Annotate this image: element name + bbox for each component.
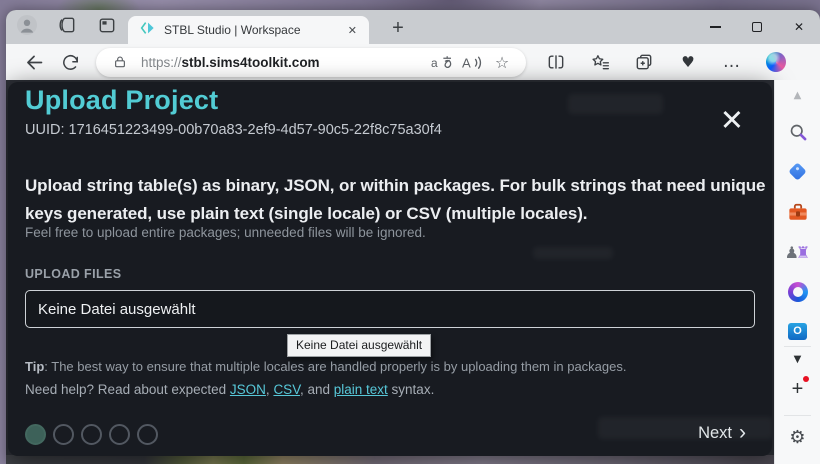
page-background-photo bbox=[6, 455, 774, 464]
minimize-icon bbox=[710, 26, 721, 28]
upload-project-dialog: Upload Project UUID: 1716451223499-00b70… bbox=[8, 82, 772, 456]
tab-title: STBL Studio | Workspace bbox=[164, 23, 344, 37]
workspaces-button[interactable] bbox=[52, 14, 82, 40]
microsoft-365-icon bbox=[788, 282, 808, 302]
upload-files-label: UPLOAD FILES bbox=[25, 267, 121, 281]
new-tab-button[interactable]: + bbox=[384, 14, 412, 42]
plus-icon: + bbox=[792, 378, 804, 401]
sidebar-outlook-button[interactable]: O bbox=[783, 316, 813, 346]
profile-button[interactable] bbox=[12, 14, 42, 40]
file-input-tooltip: Keine Datei ausgewählt bbox=[287, 334, 431, 357]
help-text: Need help? Read about expected JSON, CSV… bbox=[25, 382, 434, 397]
address-bar[interactable]: https://stbl.sims4toolkit.com a A ☆ bbox=[96, 48, 526, 77]
chevron-right-icon: › bbox=[739, 422, 746, 443]
toolbox-icon bbox=[787, 202, 809, 222]
copilot-icon bbox=[766, 52, 786, 72]
tab-actions-button[interactable] bbox=[92, 14, 122, 40]
edge-sidebar: ▲ ♟♜ O ▼ + ⚙ bbox=[774, 80, 820, 464]
favorite-star-button[interactable]: ☆ bbox=[490, 50, 514, 74]
dialog-title: Upload Project bbox=[25, 85, 218, 116]
sidebar-shopping-button[interactable] bbox=[783, 156, 813, 186]
url-text: https://stbl.sims4toolkit.com bbox=[141, 55, 424, 70]
pagination-dots bbox=[25, 424, 158, 445]
page-content: Upload Project UUID: 1716451223499-00b70… bbox=[6, 80, 820, 464]
pagination-dot[interactable] bbox=[137, 424, 158, 445]
maximize-icon bbox=[752, 22, 762, 32]
lock-icon[interactable] bbox=[108, 50, 132, 74]
split-screen-icon bbox=[546, 52, 566, 72]
browser-toolbar: https://stbl.sims4toolkit.com a A ☆ ♥ bbox=[6, 44, 820, 80]
back-arrow-icon bbox=[24, 52, 45, 73]
svg-text:a: a bbox=[431, 56, 438, 70]
read-aloud-button[interactable]: A bbox=[460, 50, 484, 74]
pagination-dot[interactable] bbox=[81, 424, 102, 445]
pagination-dot[interactable] bbox=[53, 424, 74, 445]
file-input-value: Keine Datei ausgewählt bbox=[38, 301, 196, 318]
sidebar-collapse-button[interactable]: ▲ bbox=[783, 85, 813, 105]
sidebar-m365-button[interactable] bbox=[783, 277, 813, 307]
minimize-button[interactable] bbox=[694, 10, 736, 44]
triangle-down-icon: ▼ bbox=[794, 354, 802, 365]
outlook-icon: O bbox=[788, 323, 807, 340]
dialog-note: Feel free to upload entire packages; unn… bbox=[25, 225, 426, 240]
tip-text: Tip: The best way to ensure that multipl… bbox=[25, 359, 626, 374]
notification-dot bbox=[803, 376, 809, 382]
chess-pieces-icon: ♟♜ bbox=[785, 243, 811, 262]
translate-button[interactable]: a bbox=[430, 50, 454, 74]
collections-button[interactable] bbox=[630, 48, 658, 76]
link-plain-text[interactable]: plain text bbox=[334, 382, 388, 397]
collections-icon bbox=[634, 52, 654, 72]
site-favicon-icon bbox=[140, 20, 156, 41]
desktop: STBL Studio | Workspace ✕ + ✕ h bbox=[0, 0, 820, 464]
profile-avatar-icon bbox=[16, 14, 38, 41]
workspaces-icon bbox=[57, 15, 77, 40]
sidebar-divider bbox=[784, 415, 811, 416]
translate-icon: a bbox=[431, 54, 454, 71]
tab-strip: STBL Studio | Workspace ✕ + ✕ bbox=[6, 10, 820, 44]
blurred-background-element bbox=[568, 94, 663, 114]
svg-text:A: A bbox=[462, 55, 471, 70]
file-upload-input[interactable]: Keine Datei ausgewählt bbox=[25, 290, 755, 328]
dialog-close-button[interactable]: ✕ bbox=[720, 106, 744, 135]
window-close-button[interactable]: ✕ bbox=[778, 10, 820, 44]
tab-layout-icon bbox=[97, 15, 117, 40]
ellipsis-icon: … bbox=[723, 57, 741, 67]
next-button[interactable]: Next › bbox=[698, 424, 746, 443]
search-icon bbox=[788, 122, 808, 142]
browser-window: STBL Studio | Workspace ✕ + ✕ h bbox=[6, 10, 820, 464]
maximize-button[interactable] bbox=[736, 10, 778, 44]
next-label: Next bbox=[698, 424, 732, 443]
project-uuid: UUID: 1716451223499-00b70a83-2ef9-4d57-9… bbox=[25, 122, 442, 138]
price-tag-icon bbox=[788, 162, 806, 180]
settings-more-button[interactable]: … bbox=[718, 48, 746, 76]
sidebar-games-button[interactable]: ♟♜ bbox=[783, 237, 813, 267]
blurred-background-element bbox=[533, 247, 613, 259]
tab-close-icon[interactable]: ✕ bbox=[344, 22, 361, 39]
copilot-button[interactable] bbox=[762, 48, 790, 76]
pagination-dot[interactable] bbox=[25, 424, 46, 445]
favorites-button[interactable] bbox=[586, 48, 614, 76]
sidebar-search-button[interactable] bbox=[783, 117, 813, 147]
sidebar-tools-button[interactable] bbox=[783, 197, 813, 227]
pagination-dot[interactable] bbox=[109, 424, 130, 445]
dialog-description: Upload string table(s) as binary, JSON, … bbox=[25, 172, 772, 228]
split-screen-button[interactable] bbox=[542, 48, 570, 76]
tab-stbl-studio[interactable]: STBL Studio | Workspace ✕ bbox=[128, 16, 369, 44]
back-button[interactable] bbox=[20, 48, 48, 76]
read-aloud-icon: A bbox=[462, 54, 483, 71]
link-csv[interactable]: CSV bbox=[273, 382, 300, 397]
refresh-icon bbox=[61, 53, 80, 72]
star-icon: ☆ bbox=[495, 53, 509, 72]
link-json[interactable]: JSON bbox=[230, 382, 266, 397]
sidebar-divider bbox=[784, 346, 811, 347]
triangle-up-icon: ▲ bbox=[794, 90, 802, 101]
sidebar-settings-button[interactable]: ⚙ bbox=[783, 422, 813, 452]
window-controls: ✕ bbox=[694, 10, 820, 44]
favorites-icon bbox=[590, 52, 610, 72]
browser-essentials-heart-icon: ♥ bbox=[681, 53, 694, 71]
gear-icon: ⚙ bbox=[789, 427, 805, 448]
refresh-button[interactable] bbox=[56, 48, 84, 76]
browser-essentials-button[interactable]: ♥ bbox=[674, 48, 702, 76]
sidebar-hide-button[interactable]: ▼ bbox=[783, 349, 813, 369]
